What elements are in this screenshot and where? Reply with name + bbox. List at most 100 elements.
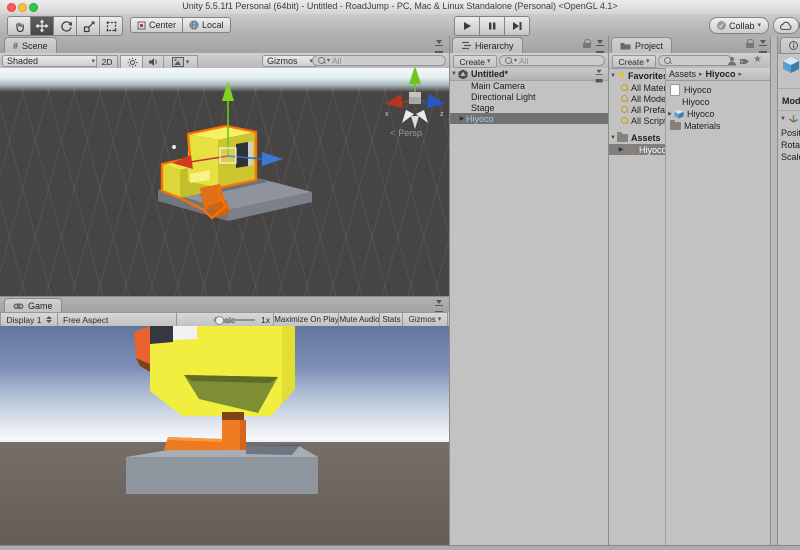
- axis-x-handle[interactable]: [385, 94, 403, 108]
- aspect-value: Free Aspect: [63, 314, 109, 325]
- scene-audio-toggle[interactable]: [142, 55, 165, 69]
- favorites-label: Favorites: [627, 70, 665, 81]
- stats-button[interactable]: Stats: [379, 312, 404, 327]
- expander-open-icon[interactable]: ▼: [779, 116, 787, 122]
- step-button[interactable]: [505, 16, 530, 36]
- item-label: All Scripts: [631, 115, 665, 126]
- scene-lighting-toggle[interactable]: [120, 55, 144, 69]
- collab-button[interactable]: ✓ Collab ▾: [709, 17, 769, 34]
- pivot-center-button[interactable]: Center: [130, 17, 184, 33]
- hierarchy-panel: Hierarchy Create ▾ ▾ All ▼ Untitled* Mai…: [449, 36, 616, 545]
- model-prefab-row[interactable]: Model: [782, 96, 800, 106]
- 2d-label: 2D: [101, 57, 113, 67]
- hierarchy-item-stage[interactable]: Stage: [450, 102, 629, 113]
- chevron-down-icon: ▾: [757, 22, 762, 29]
- hierarchy-search-input[interactable]: ▾ All: [499, 55, 605, 66]
- hierarchy-item-hiyoco-selected[interactable]: ▶ Hiyoco: [450, 113, 616, 124]
- scene-row-menu-icon[interactable]: [595, 69, 604, 79]
- game-render: [126, 326, 318, 494]
- tab-project[interactable]: Project: [611, 37, 673, 53]
- chevron-down-icon: ▾: [646, 58, 650, 65]
- axis-z-handle[interactable]: [427, 94, 445, 108]
- cloud-services-button[interactable]: [773, 17, 799, 34]
- scene-panel-menu-icon[interactable]: [435, 40, 444, 50]
- rotate-tool-button[interactable]: [54, 16, 77, 36]
- item-label: Main Camera: [471, 80, 526, 91]
- rotate-icon: [60, 20, 72, 32]
- expander-open-icon[interactable]: ▼: [450, 71, 458, 77]
- display-value: Display 1: [6, 314, 42, 325]
- favorites-root[interactable]: ▼ ★ Favorites: [609, 70, 665, 81]
- pivot-local-button[interactable]: Local: [183, 17, 231, 33]
- maximize-on-play-button[interactable]: Maximize On Play: [273, 312, 340, 327]
- expander-closed-icon[interactable]: ▶: [666, 111, 674, 117]
- tab-game[interactable]: Game: [4, 298, 62, 313]
- favorite-all-scripts[interactable]: All Scripts: [621, 115, 665, 126]
- search-filter-chevron-icon: ▾: [514, 57, 518, 64]
- tab-inspector[interactable]: Inspector: [780, 37, 800, 53]
- transform-component-header[interactable]: ▼: [779, 114, 798, 123]
- assets-hiyoco-folder-selected[interactable]: ▶ Hiyoco: [609, 143, 665, 155]
- lock-icon[interactable]: [746, 39, 754, 49]
- game-gizmos-dropdown[interactable]: Gizmos ▾: [402, 312, 448, 327]
- save-search-star-icon[interactable]: ★: [753, 54, 762, 65]
- expander-open-icon[interactable]: ▼: [609, 73, 617, 79]
- display-dropdown[interactable]: Display 1: [0, 312, 59, 327]
- tab-scene[interactable]: # Scene: [4, 37, 57, 53]
- expander-closed-icon[interactable]: ▶: [458, 115, 466, 122]
- play-button[interactable]: [454, 16, 480, 36]
- assets-root[interactable]: ▼ Assets: [609, 131, 665, 143]
- project-search-input[interactable]: [658, 55, 732, 66]
- project-panel-menu-icon[interactable]: [759, 40, 768, 50]
- project-tabbar: Project: [609, 36, 771, 54]
- breadcrumb-current[interactable]: Hiyoco: [706, 69, 736, 79]
- search-icon: [505, 57, 512, 64]
- file-hiyoco-asset[interactable]: Hiyoco: [670, 96, 771, 107]
- lock-icon[interactable]: [583, 39, 591, 49]
- search-by-label-icon[interactable]: [739, 56, 750, 66]
- mute-audio-button[interactable]: Mute Audio: [338, 312, 381, 327]
- hierarchy-create-button[interactable]: Create ▾: [453, 55, 497, 68]
- search-by-type-icon[interactable]: [727, 56, 737, 66]
- game-viewport[interactable]: [0, 326, 449, 545]
- hand-tool-button[interactable]: [7, 16, 31, 36]
- hierarchy-item-main-camera[interactable]: Main Camera: [450, 80, 629, 91]
- scene-render-selected-object[interactable]: [150, 70, 330, 222]
- main-toolbar: Center Local ✓ Collab ▾: [0, 14, 800, 37]
- collab-label: Collab: [728, 20, 755, 31]
- project-create-button[interactable]: Create ▾: [612, 55, 656, 68]
- file-materials-folder[interactable]: Materials: [670, 119, 770, 131]
- favorite-all-prefabs[interactable]: All Prefabs: [621, 104, 665, 115]
- move-tool-button[interactable]: [31, 16, 54, 36]
- shading-mode-dropdown[interactable]: Shaded ▾: [2, 55, 100, 67]
- perspective-toggle[interactable]: < Persp: [390, 128, 422, 138]
- expander-open-icon[interactable]: ▼: [609, 135, 617, 141]
- file-label: Hiyoco: [684, 84, 712, 95]
- 2d-toggle-button[interactable]: 2D: [96, 55, 118, 69]
- scene-viewport[interactable]: y x z < Persp: [0, 68, 449, 296]
- file-hiyoco-asset[interactable]: Hiyoco: [670, 83, 770, 96]
- game-panel-menu-icon[interactable]: [435, 300, 444, 310]
- item-label: All Models: [631, 93, 665, 104]
- favorite-all-models[interactable]: All Models: [621, 93, 665, 104]
- pause-button[interactable]: [480, 16, 505, 36]
- file-label: Hiyoco: [682, 96, 710, 107]
- scale-tool-button[interactable]: [77, 16, 100, 36]
- rect-tool-button[interactable]: [100, 16, 123, 36]
- chevron-down-icon: ▾: [487, 58, 491, 65]
- tab-hierarchy[interactable]: Hierarchy: [452, 37, 523, 53]
- expander-closed-icon[interactable]: ▶: [617, 146, 625, 153]
- scene-search-input[interactable]: ▾ All: [312, 55, 446, 66]
- hierarchy-panel-menu-icon[interactable]: [596, 40, 605, 50]
- transform-position-label: Position: [781, 128, 800, 138]
- scene-gizmos-dropdown[interactable]: Gizmos ▾: [262, 55, 318, 67]
- file-hiyoco-model[interactable]: ▶ Hiyoco: [666, 108, 771, 119]
- scale-slider-knob[interactable]: [215, 316, 224, 325]
- breadcrumb-root[interactable]: Assets: [669, 69, 696, 79]
- scene-effects-dropdown[interactable]: ▾: [163, 55, 198, 69]
- axis-y-handle[interactable]: [409, 68, 421, 84]
- aspect-dropdown[interactable]: Free Aspect: [57, 312, 188, 327]
- hierarchy-item-directional-light[interactable]: Directional Light: [450, 91, 629, 102]
- favorite-all-materials[interactable]: All Materials: [621, 82, 665, 93]
- collab-check-icon: ✓: [716, 21, 726, 30]
